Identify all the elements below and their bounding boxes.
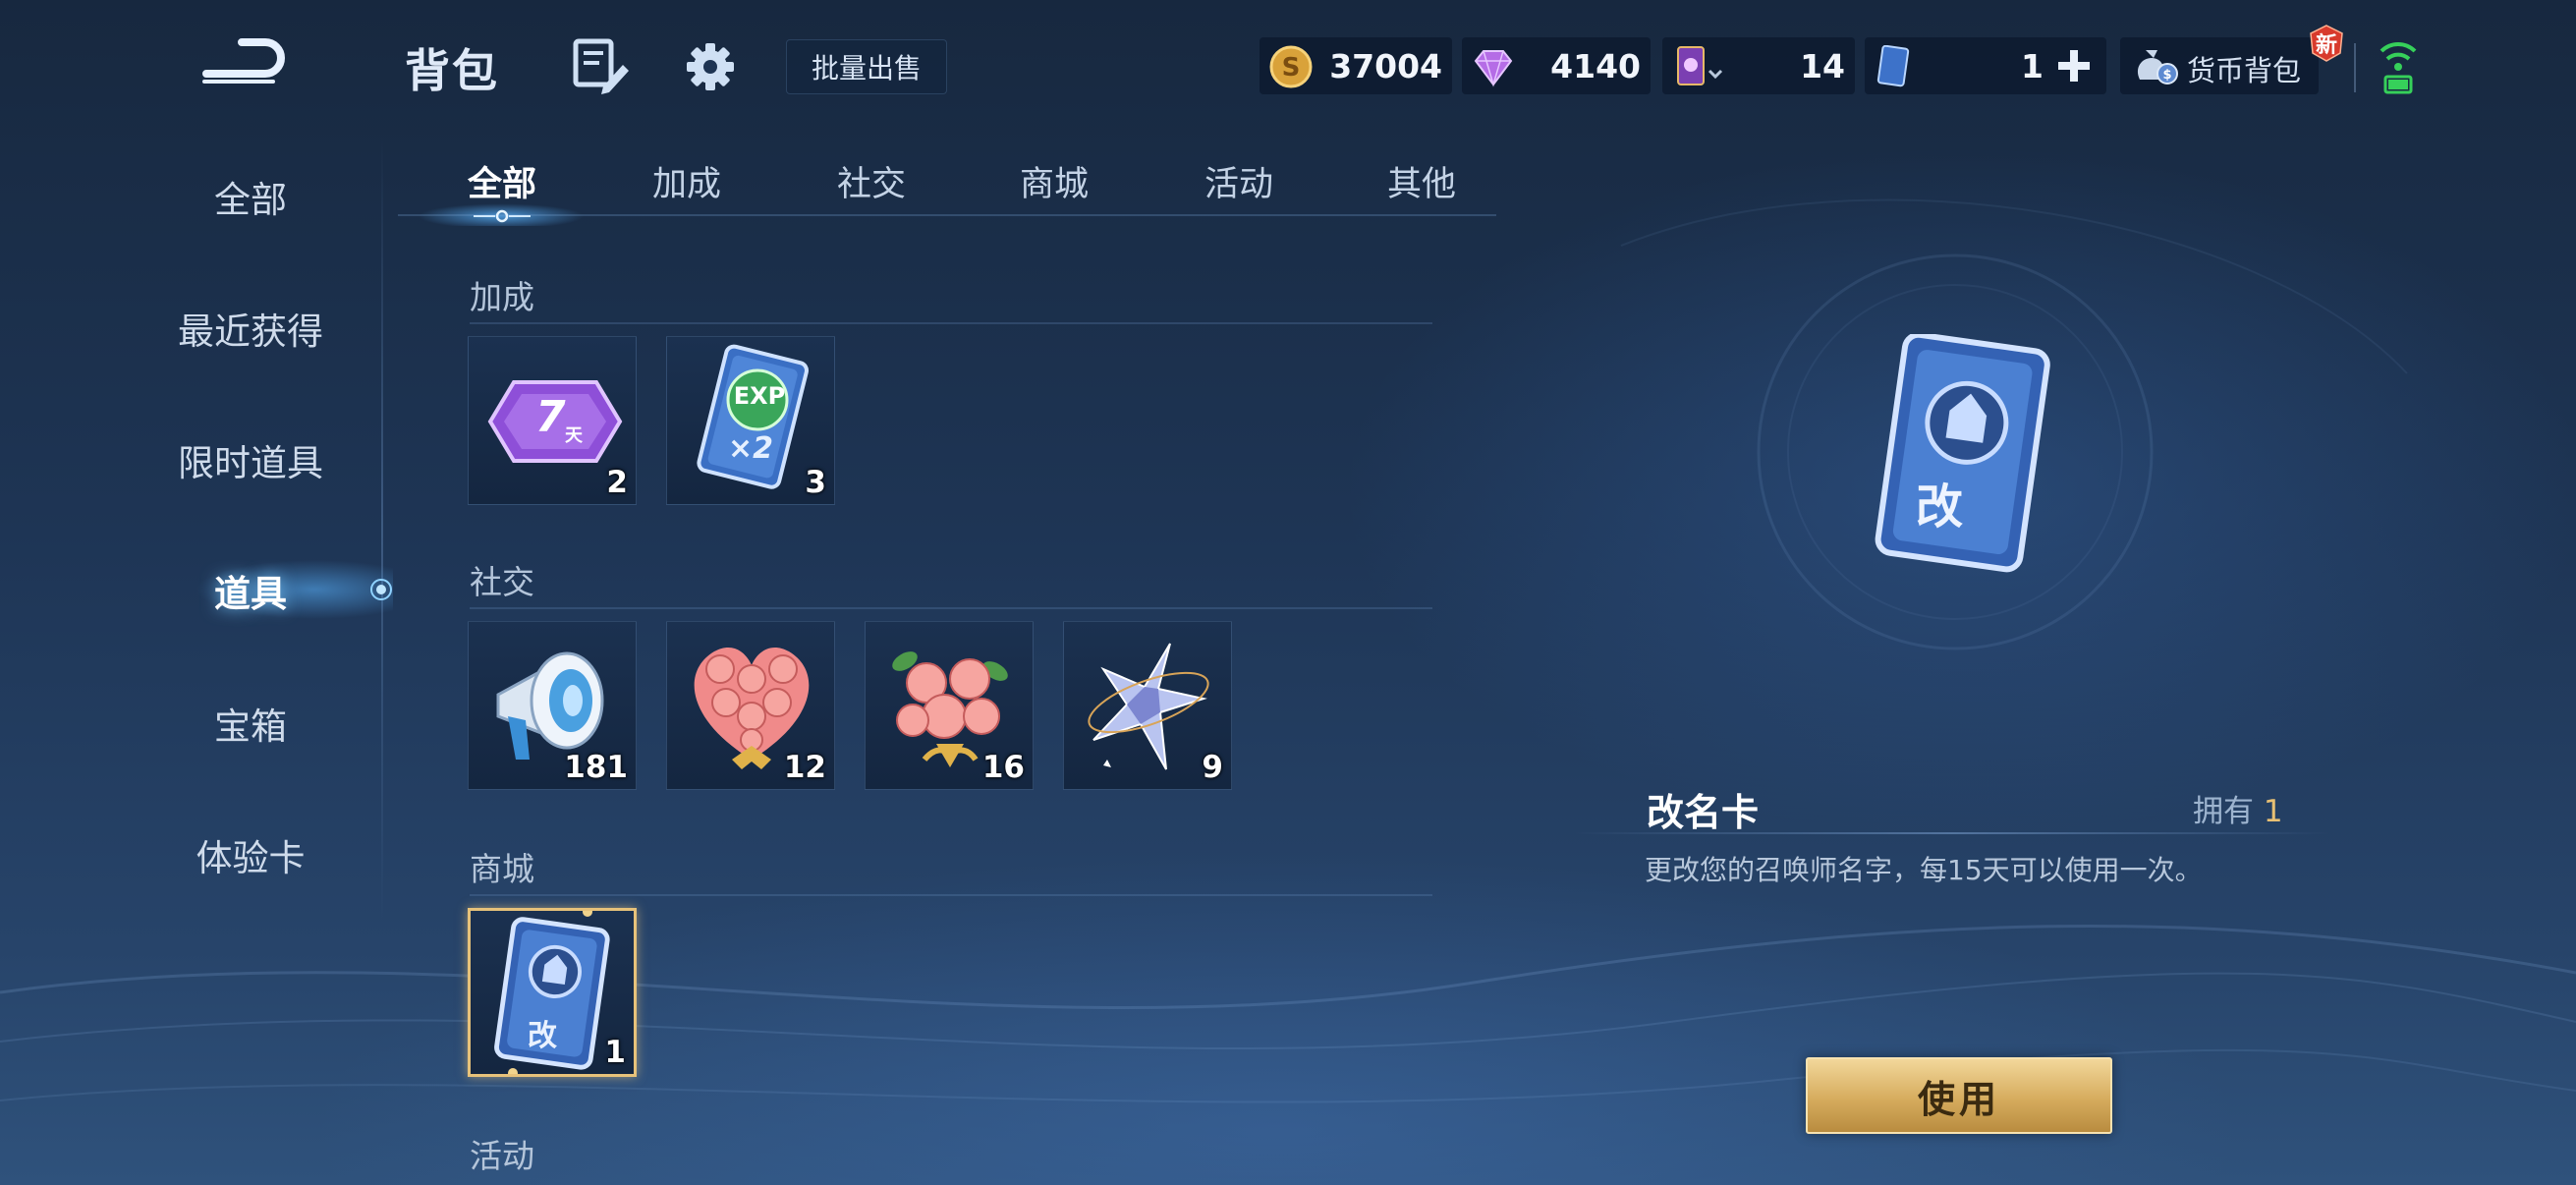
item-count: 1 [604,1035,626,1070]
sidebar-item-recent[interactable]: 最近获得 [118,289,383,367]
section-title-boost: 加成 [470,278,534,316]
sidebar-item-all[interactable]: 全部 [118,157,383,236]
hero-card-icon [1677,46,1723,85]
tab-shop[interactable]: 商城 [963,149,1146,212]
back-button[interactable] [187,20,314,108]
gear-icon [687,43,734,90]
item-slot[interactable]: 12 [666,621,835,790]
gold-coin-icon: S [1269,45,1313,88]
item-icon-text: 改 [528,1019,557,1053]
edit-button[interactable] [568,35,633,98]
item-icon-text: EXP [733,382,786,410]
page-title: 背包 [405,44,499,97]
item-count: 9 [1202,750,1223,785]
tab-event[interactable]: 活动 [1148,149,1330,212]
item-slot[interactable]: EXP ×2 3 [666,336,835,505]
sidebar-item-limited[interactable]: 限时道具 [118,421,383,499]
money-bag-icon: $ [2137,50,2178,85]
sidebar-item-chest[interactable]: 宝箱 [118,684,383,762]
detail-rename-card-icon [1875,334,2050,573]
tab-other[interactable]: 其他 [1330,149,1513,212]
wifi-signal-icon [2380,41,2417,94]
divider [2354,43,2356,92]
currency-gold: S 37004 [1260,37,1452,94]
svg-text:S: S [1282,53,1301,83]
currency-hero-card[interactable]: 14 [1662,37,1855,94]
selection-corner [508,1068,518,1074]
item-slot[interactable]: 16 [865,621,1034,790]
sidebar-item-trial-card[interactable]: 体验卡 [118,816,383,894]
hero-card-amount: 14 [1800,46,1845,85]
item-icon-subtext: ×2 [728,431,774,466]
item-slot-selected[interactable]: 改 1 [468,908,637,1077]
section-divider [470,607,1432,609]
sidebar-divider [381,136,383,922]
add-icon[interactable] [2055,47,2093,85]
section-divider [470,894,1432,896]
item-count: 3 [805,465,826,500]
edit-list-icon [573,38,629,94]
section-title-shop: 商城 [470,850,534,888]
gold-amount: 37004 [1329,46,1442,85]
tab-active-marker-icon [474,209,531,223]
item-icon-subtext: 天 [565,425,583,446]
currency-diamond: 4140 [1462,37,1651,94]
section-title-social: 社交 [470,563,534,601]
currency-ticket: 1 [1865,37,2106,94]
new-badge: 新 [2307,24,2346,63]
ticket-amount: 1 [2021,46,2044,85]
detail-item-name: 改名卡 [1647,791,1760,834]
diamond-icon [1474,50,1513,87]
section-title-event: 活动 [470,1137,534,1175]
item-slot[interactable]: 7 天 2 [468,336,637,505]
item-count: 16 [981,750,1025,785]
tab-social[interactable]: 社交 [780,149,963,212]
bulk-sell-button[interactable]: 批量出售 [786,39,947,94]
ticket-card-icon [1876,45,1910,87]
own-number: 1 [2263,794,2283,829]
own-label: 拥有 [2193,794,2254,829]
item-count: 2 [606,465,628,500]
svg-text:$: $ [2162,68,2171,83]
new-badge-text: 新 [2315,33,2337,58]
settings-button[interactable] [678,35,743,98]
section-divider [470,322,1432,324]
back-arrow-icon [202,38,285,84]
active-indicator-icon [370,579,392,600]
item-slot[interactable]: 9 [1063,621,1232,790]
item-count: 181 [564,750,628,785]
tab-all[interactable]: 全部 [411,149,593,212]
detail-own-count: 拥有 1 [2193,786,2283,830]
detail-divider [1574,832,2330,834]
currency-wallet-button[interactable]: $ 货币背包 [2120,37,2319,94]
sidebar-item-props[interactable]: 道具 [118,551,383,630]
item-count: 12 [783,750,826,785]
item-icon-text: 7 [535,392,566,442]
wallet-label: 货币背包 [2187,54,2302,87]
tab-boost[interactable]: 加成 [595,149,778,212]
detail-card-text: 改 [1916,480,1964,535]
use-button[interactable]: 使用 [1806,1057,2112,1134]
tabs-underline [398,214,1496,216]
item-slot[interactable]: 181 [468,621,637,790]
detail-description: 更改您的召唤师名字，每15天可以使用一次。 [1645,854,2203,886]
diamond-amount: 4140 [1550,46,1641,85]
